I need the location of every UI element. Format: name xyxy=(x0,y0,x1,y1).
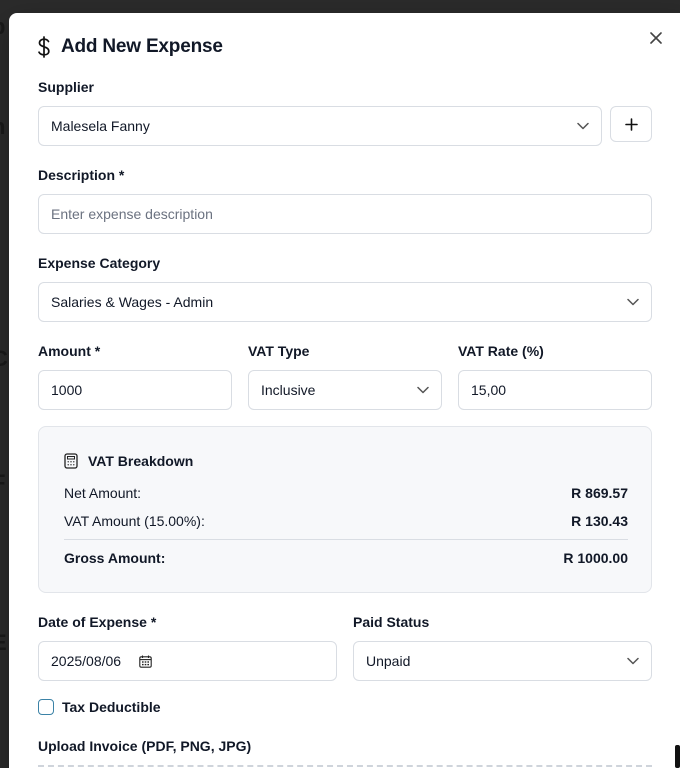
plus-icon xyxy=(624,117,638,131)
backdrop-fragment: b xyxy=(0,14,5,40)
supplier-select[interactable]: Malesela Fanny xyxy=(38,106,602,146)
category-value: Salaries & Wages - Admin xyxy=(51,294,214,310)
backdrop-fragment: F xyxy=(0,470,5,496)
category-label: Expense Category xyxy=(38,255,161,271)
vat-amount-label: VAT Amount (15.00%): xyxy=(64,513,205,529)
dollar-sign-icon xyxy=(38,36,50,58)
modal-header: Add New Expense xyxy=(37,36,223,58)
category-select[interactable]: Salaries & Wages - Admin xyxy=(38,282,652,322)
calendar-icon[interactable] xyxy=(139,655,152,668)
gross-amount-value: R 1000.00 xyxy=(563,550,628,566)
date-value: 2025/08/06 xyxy=(51,653,122,669)
calculator-icon xyxy=(64,453,78,469)
vat-breakdown-panel: VAT Breakdown Net Amount: R 869.57 VAT A… xyxy=(38,426,652,593)
amount-value: 1000 xyxy=(51,382,83,398)
description-input[interactable]: Enter expense description xyxy=(38,194,652,234)
chevron-down-icon xyxy=(417,384,429,396)
backdrop-fragment: n xyxy=(0,114,5,140)
backdrop-fragment: C xyxy=(0,346,8,372)
add-supplier-button[interactable] xyxy=(610,106,652,142)
tax-deductible-label: Tax Deductible xyxy=(62,699,161,715)
close-icon xyxy=(650,32,662,44)
vat-rate-label: VAT Rate (%) xyxy=(458,343,544,359)
net-amount-label: Net Amount: xyxy=(64,485,142,501)
vat-rate-value: 15,00 xyxy=(471,382,507,398)
gross-amount-row: Gross Amount: R 1000.00 xyxy=(64,550,628,566)
description-label: Description * xyxy=(38,167,125,183)
backdrop-fragment: E xyxy=(0,630,7,656)
vat-breakdown-title: VAT Breakdown xyxy=(88,453,194,469)
close-button[interactable] xyxy=(645,27,667,49)
tax-deductible-checkbox[interactable] xyxy=(38,699,54,715)
vat-amount-row: VAT Amount (15.00%): R 130.43 xyxy=(64,513,628,529)
vat-breakdown-header: VAT Breakdown xyxy=(64,453,193,469)
vat-type-value: Inclusive xyxy=(261,382,316,398)
gross-amount-label: Gross Amount: xyxy=(64,550,166,566)
divider xyxy=(64,539,628,540)
chevron-down-icon xyxy=(627,655,639,667)
upload-invoice-label: Upload Invoice (PDF, PNG, JPG) xyxy=(38,738,252,754)
paid-status-value: Unpaid xyxy=(366,653,411,669)
net-amount-value: R 869.57 xyxy=(571,485,628,501)
vat-type-label: VAT Type xyxy=(248,343,310,359)
vat-rate-input[interactable]: 15,00 xyxy=(458,370,652,410)
supplier-value: Malesela Fanny xyxy=(51,118,150,134)
paid-status-label: Paid Status xyxy=(353,614,430,630)
date-input[interactable]: 2025/08/06 xyxy=(38,641,337,681)
chevron-down-icon xyxy=(627,296,639,308)
net-amount-row: Net Amount: R 869.57 xyxy=(64,485,628,501)
vat-amount-value: R 130.43 xyxy=(571,513,628,529)
supplier-label: Supplier xyxy=(38,79,95,95)
description-placeholder: Enter expense description xyxy=(51,206,213,222)
amount-label: Amount * xyxy=(38,343,101,359)
amount-input[interactable]: 1000 xyxy=(38,370,232,410)
chevron-down-icon xyxy=(577,120,589,132)
vat-type-select[interactable]: Inclusive xyxy=(248,370,442,410)
scrollbar-thumb[interactable] xyxy=(675,745,680,768)
date-label: Date of Expense * xyxy=(38,614,157,630)
modal-title: Add New Expense xyxy=(61,36,223,57)
paid-status-select[interactable]: Unpaid xyxy=(353,641,652,681)
